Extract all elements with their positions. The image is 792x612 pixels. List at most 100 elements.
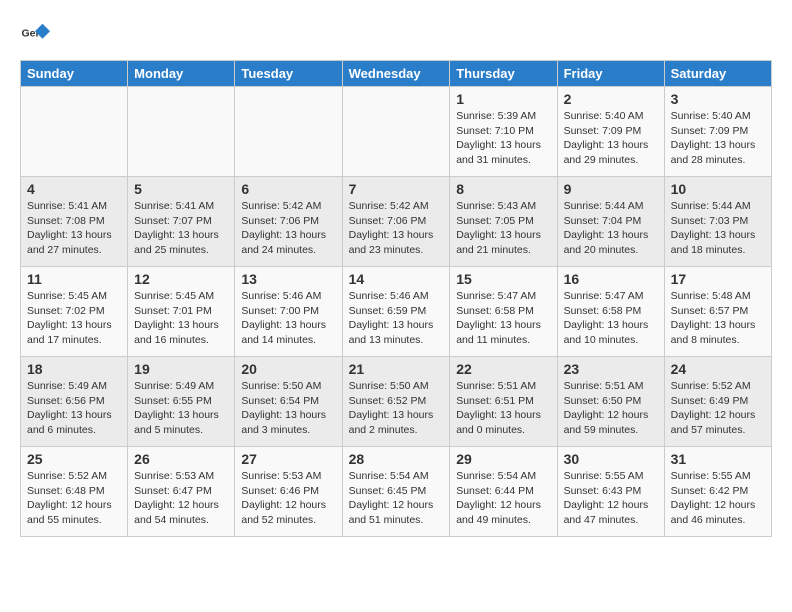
day-info: Sunrise: 5:39 AM Sunset: 7:10 PM Dayligh… bbox=[456, 109, 550, 168]
day-number: 8 bbox=[456, 181, 550, 197]
day-info: Sunrise: 5:51 AM Sunset: 6:50 PM Dayligh… bbox=[564, 379, 658, 438]
calendar-cell: 4 Sunrise: 5:41 AM Sunset: 7:08 PM Daylig… bbox=[21, 177, 128, 267]
logo-icon: Gen bbox=[20, 20, 50, 50]
calendar-week-5: 25 Sunrise: 5:52 AM Sunset: 6:48 PM Dayli… bbox=[21, 447, 772, 537]
calendar-cell: 12 Sunrise: 5:45 AM Sunset: 7:01 PM Dayli… bbox=[128, 267, 235, 357]
calendar-cell: 31 Sunrise: 5:55 AM Sunset: 6:42 PM Dayli… bbox=[664, 447, 771, 537]
day-number: 23 bbox=[564, 361, 658, 377]
weekday-tuesday: Tuesday bbox=[235, 61, 342, 87]
day-number: 27 bbox=[241, 451, 335, 467]
day-number: 11 bbox=[27, 271, 121, 287]
calendar-cell: 21 Sunrise: 5:50 AM Sunset: 6:52 PM Dayli… bbox=[342, 357, 450, 447]
weekday-monday: Monday bbox=[128, 61, 235, 87]
day-number: 24 bbox=[671, 361, 765, 377]
day-info: Sunrise: 5:42 AM Sunset: 7:06 PM Dayligh… bbox=[241, 199, 335, 258]
calendar-cell: 26 Sunrise: 5:53 AM Sunset: 6:47 PM Dayli… bbox=[128, 447, 235, 537]
day-number: 16 bbox=[564, 271, 658, 287]
day-info: Sunrise: 5:50 AM Sunset: 6:54 PM Dayligh… bbox=[241, 379, 335, 438]
calendar-cell: 7Sunrise: 5:42 AM Sunset: 7:06 PM Daylig… bbox=[342, 177, 450, 267]
day-number: 1 bbox=[456, 91, 550, 107]
day-number: 18 bbox=[27, 361, 121, 377]
calendar-cell: 9 Sunrise: 5:44 AM Sunset: 7:04 PM Daylig… bbox=[557, 177, 664, 267]
day-number: 2 bbox=[564, 91, 658, 107]
calendar-cell: 8 Sunrise: 5:43 AM Sunset: 7:05 PM Daylig… bbox=[450, 177, 557, 267]
day-info: Sunrise: 5:54 AM Sunset: 6:45 PM Dayligh… bbox=[349, 469, 444, 528]
weekday-saturday: Saturday bbox=[664, 61, 771, 87]
calendar-week-1: 1 Sunrise: 5:39 AM Sunset: 7:10 PM Daylig… bbox=[21, 87, 772, 177]
calendar-cell: 5 Sunrise: 5:41 AM Sunset: 7:07 PM Daylig… bbox=[128, 177, 235, 267]
calendar-cell: 11 Sunrise: 5:45 AM Sunset: 7:02 PM Dayli… bbox=[21, 267, 128, 357]
calendar-cell: 18 Sunrise: 5:49 AM Sunset: 6:56 PM Dayli… bbox=[21, 357, 128, 447]
day-number: 21 bbox=[349, 361, 444, 377]
calendar-cell: 22 Sunrise: 5:51 AM Sunset: 6:51 PM Dayli… bbox=[450, 357, 557, 447]
weekday-sunday: Sunday bbox=[21, 61, 128, 87]
day-info: Sunrise: 5:41 AM Sunset: 7:08 PM Dayligh… bbox=[27, 199, 121, 258]
day-info: Sunrise: 5:45 AM Sunset: 7:02 PM Dayligh… bbox=[27, 289, 121, 348]
day-info: Sunrise: 5:49 AM Sunset: 6:55 PM Dayligh… bbox=[134, 379, 228, 438]
day-info: Sunrise: 5:54 AM Sunset: 6:44 PM Dayligh… bbox=[456, 469, 550, 528]
calendar-cell: 16 Sunrise: 5:47 AM Sunset: 6:58 PM Dayli… bbox=[557, 267, 664, 357]
day-number: 15 bbox=[456, 271, 550, 287]
calendar-cell: 28 Sunrise: 5:54 AM Sunset: 6:45 PM Dayli… bbox=[342, 447, 450, 537]
day-info: Sunrise: 5:48 AM Sunset: 6:57 PM Dayligh… bbox=[671, 289, 765, 348]
calendar-cell bbox=[128, 87, 235, 177]
day-number: 28 bbox=[349, 451, 444, 467]
day-info: Sunrise: 5:52 AM Sunset: 6:48 PM Dayligh… bbox=[27, 469, 121, 528]
calendar-cell: 15Sunrise: 5:47 AM Sunset: 6:58 PM Dayli… bbox=[450, 267, 557, 357]
day-info: Sunrise: 5:55 AM Sunset: 6:42 PM Dayligh… bbox=[671, 469, 765, 528]
day-info: Sunrise: 5:40 AM Sunset: 7:09 PM Dayligh… bbox=[564, 109, 658, 168]
day-number: 9 bbox=[564, 181, 658, 197]
calendar-cell: 23 Sunrise: 5:51 AM Sunset: 6:50 PM Dayli… bbox=[557, 357, 664, 447]
day-info: Sunrise: 5:47 AM Sunset: 6:58 PM Dayligh… bbox=[564, 289, 658, 348]
day-info: Sunrise: 5:50 AM Sunset: 6:52 PM Dayligh… bbox=[349, 379, 444, 438]
calendar-week-2: 4 Sunrise: 5:41 AM Sunset: 7:08 PM Daylig… bbox=[21, 177, 772, 267]
calendar-cell: 2 Sunrise: 5:40 AM Sunset: 7:09 PM Daylig… bbox=[557, 87, 664, 177]
day-number: 20 bbox=[241, 361, 335, 377]
day-info: Sunrise: 5:45 AM Sunset: 7:01 PM Dayligh… bbox=[134, 289, 228, 348]
day-info: Sunrise: 5:52 AM Sunset: 6:49 PM Dayligh… bbox=[671, 379, 765, 438]
day-number: 29 bbox=[456, 451, 550, 467]
day-number: 12 bbox=[134, 271, 228, 287]
logo: Gen bbox=[20, 20, 52, 50]
calendar-table: SundayMondayTuesdayWednesdayThursdayFrid… bbox=[20, 60, 772, 537]
calendar-week-4: 18 Sunrise: 5:49 AM Sunset: 6:56 PM Dayli… bbox=[21, 357, 772, 447]
calendar-cell: 3 Sunrise: 5:40 AM Sunset: 7:09 PM Daylig… bbox=[664, 87, 771, 177]
day-number: 5 bbox=[134, 181, 228, 197]
day-info: Sunrise: 5:53 AM Sunset: 6:46 PM Dayligh… bbox=[241, 469, 335, 528]
day-info: Sunrise: 5:41 AM Sunset: 7:07 PM Dayligh… bbox=[134, 199, 228, 258]
calendar-body: 1 Sunrise: 5:39 AM Sunset: 7:10 PM Daylig… bbox=[21, 87, 772, 537]
calendar-cell: 1 Sunrise: 5:39 AM Sunset: 7:10 PM Daylig… bbox=[450, 87, 557, 177]
day-number: 25 bbox=[27, 451, 121, 467]
day-number: 3 bbox=[671, 91, 765, 107]
day-info: Sunrise: 5:43 AM Sunset: 7:05 PM Dayligh… bbox=[456, 199, 550, 258]
day-number: 7 bbox=[349, 181, 444, 197]
day-info: Sunrise: 5:49 AM Sunset: 6:56 PM Dayligh… bbox=[27, 379, 121, 438]
day-info: Sunrise: 5:46 AM Sunset: 7:00 PM Dayligh… bbox=[241, 289, 335, 348]
calendar-cell: 27 Sunrise: 5:53 AM Sunset: 6:46 PM Dayli… bbox=[235, 447, 342, 537]
day-number: 14 bbox=[349, 271, 444, 287]
calendar-cell bbox=[235, 87, 342, 177]
day-number: 19 bbox=[134, 361, 228, 377]
day-info: Sunrise: 5:55 AM Sunset: 6:43 PM Dayligh… bbox=[564, 469, 658, 528]
calendar-cell: 29 Sunrise: 5:54 AM Sunset: 6:44 PM Dayli… bbox=[450, 447, 557, 537]
day-info: Sunrise: 5:44 AM Sunset: 7:04 PM Dayligh… bbox=[564, 199, 658, 258]
day-info: Sunrise: 5:44 AM Sunset: 7:03 PM Dayligh… bbox=[671, 199, 765, 258]
weekday-wednesday: Wednesday bbox=[342, 61, 450, 87]
day-number: 26 bbox=[134, 451, 228, 467]
day-number: 13 bbox=[241, 271, 335, 287]
day-number: 22 bbox=[456, 361, 550, 377]
calendar-cell: 10Sunrise: 5:44 AM Sunset: 7:03 PM Dayli… bbox=[664, 177, 771, 267]
calendar-cell: 6Sunrise: 5:42 AM Sunset: 7:06 PM Daylig… bbox=[235, 177, 342, 267]
weekday-friday: Friday bbox=[557, 61, 664, 87]
calendar-cell: 25 Sunrise: 5:52 AM Sunset: 6:48 PM Dayli… bbox=[21, 447, 128, 537]
calendar-cell: 20 Sunrise: 5:50 AM Sunset: 6:54 PM Dayli… bbox=[235, 357, 342, 447]
day-number: 4 bbox=[27, 181, 121, 197]
weekday-header-row: SundayMondayTuesdayWednesdayThursdayFrid… bbox=[21, 61, 772, 87]
day-number: 31 bbox=[671, 451, 765, 467]
day-info: Sunrise: 5:40 AM Sunset: 7:09 PM Dayligh… bbox=[671, 109, 765, 168]
day-info: Sunrise: 5:53 AM Sunset: 6:47 PM Dayligh… bbox=[134, 469, 228, 528]
calendar-cell bbox=[342, 87, 450, 177]
day-info: Sunrise: 5:51 AM Sunset: 6:51 PM Dayligh… bbox=[456, 379, 550, 438]
calendar-cell: 17Sunrise: 5:48 AM Sunset: 6:57 PM Dayli… bbox=[664, 267, 771, 357]
calendar-cell bbox=[21, 87, 128, 177]
